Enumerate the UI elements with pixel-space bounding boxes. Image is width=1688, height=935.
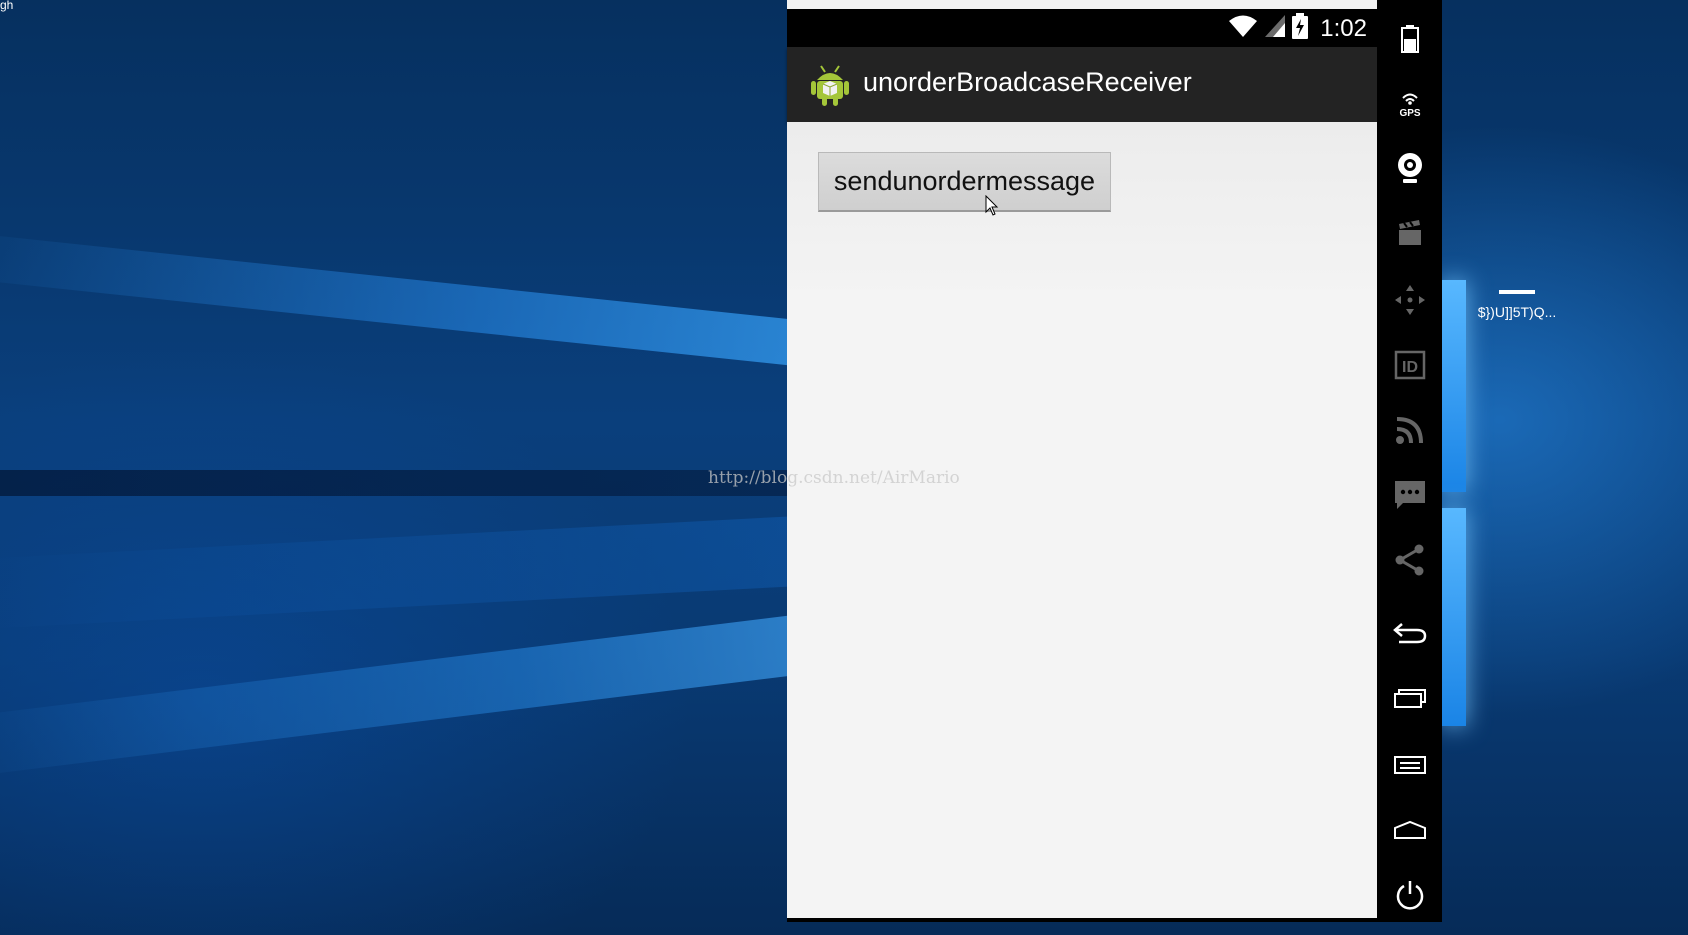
wifi-icon bbox=[1228, 14, 1258, 43]
move-icon bbox=[1394, 284, 1426, 316]
home-icon bbox=[1393, 820, 1427, 840]
menu-button[interactable] bbox=[1377, 740, 1442, 790]
rss-button[interactable] bbox=[1377, 405, 1442, 455]
wallpaper-light-beam bbox=[0, 230, 918, 379]
status-bar: 1:02 bbox=[787, 9, 1377, 47]
device-id-button[interactable]: ID bbox=[1377, 340, 1442, 390]
gps-icon: GPS bbox=[1395, 88, 1425, 118]
desktop-shortcut-label: $})U]]5T)Q... bbox=[1477, 304, 1557, 320]
power-button[interactable] bbox=[1377, 870, 1442, 920]
action-bar: unorderBroadcaseReceiver bbox=[787, 47, 1377, 122]
dpad-button[interactable] bbox=[1377, 275, 1442, 325]
cell-signal-icon bbox=[1264, 14, 1286, 43]
menu-icon bbox=[1393, 755, 1427, 775]
android-app-icon bbox=[810, 63, 850, 107]
send-unorder-message-button[interactable]: sendunordermessage bbox=[818, 152, 1111, 212]
app-title: unorderBroadcaseReceiver bbox=[863, 67, 1192, 97]
activity-content: sendunordermessage bbox=[787, 122, 1377, 918]
android-emulator-window: 1:02 unorderBroadcaseReceiver sendunorde… bbox=[787, 0, 1442, 922]
status-clock: 1:02 bbox=[1320, 14, 1367, 42]
battery-charging-icon bbox=[1292, 13, 1309, 44]
video-clapper-icon bbox=[1395, 219, 1425, 247]
id-label: ID bbox=[1402, 359, 1418, 376]
windows-logo-pane bbox=[1442, 508, 1466, 726]
desktop-corner-text: gh bbox=[0, 0, 14, 12]
video-button[interactable] bbox=[1377, 208, 1442, 258]
back-icon bbox=[1392, 621, 1427, 645]
wallpaper-light-beam bbox=[0, 512, 861, 630]
home-button[interactable] bbox=[1377, 805, 1442, 855]
mouse-cursor-icon bbox=[985, 194, 999, 222]
battery-icon bbox=[1400, 25, 1419, 53]
gps-label: GPS bbox=[1399, 108, 1420, 118]
recent-apps-icon bbox=[1393, 688, 1427, 710]
power-icon bbox=[1394, 879, 1426, 911]
share-button[interactable] bbox=[1377, 535, 1442, 585]
rss-icon bbox=[1395, 415, 1425, 445]
wallpaper-light-beam bbox=[0, 600, 917, 780]
back-button[interactable] bbox=[1377, 608, 1442, 658]
emulator-bottom-border bbox=[787, 918, 1377, 922]
emulator-toolbar: GPS ID bbox=[1377, 0, 1442, 922]
camera-icon bbox=[1395, 152, 1425, 184]
sms-button[interactable] bbox=[1377, 470, 1442, 520]
recent-apps-button[interactable] bbox=[1377, 674, 1442, 724]
emulator-top-border bbox=[787, 0, 1442, 9]
sms-icon bbox=[1393, 479, 1427, 511]
camera-button[interactable] bbox=[1377, 143, 1442, 193]
share-icon bbox=[1394, 544, 1426, 576]
id-icon: ID bbox=[1394, 350, 1426, 380]
blog-watermark: http://blog.csdn.net/AirMario bbox=[708, 468, 960, 488]
desktop-shortcut[interactable]: $})U]]5T)Q... bbox=[1462, 290, 1572, 320]
gps-button[interactable]: GPS bbox=[1377, 78, 1442, 128]
shortcut-icon bbox=[1499, 290, 1535, 294]
battery-button[interactable] bbox=[1377, 14, 1442, 64]
